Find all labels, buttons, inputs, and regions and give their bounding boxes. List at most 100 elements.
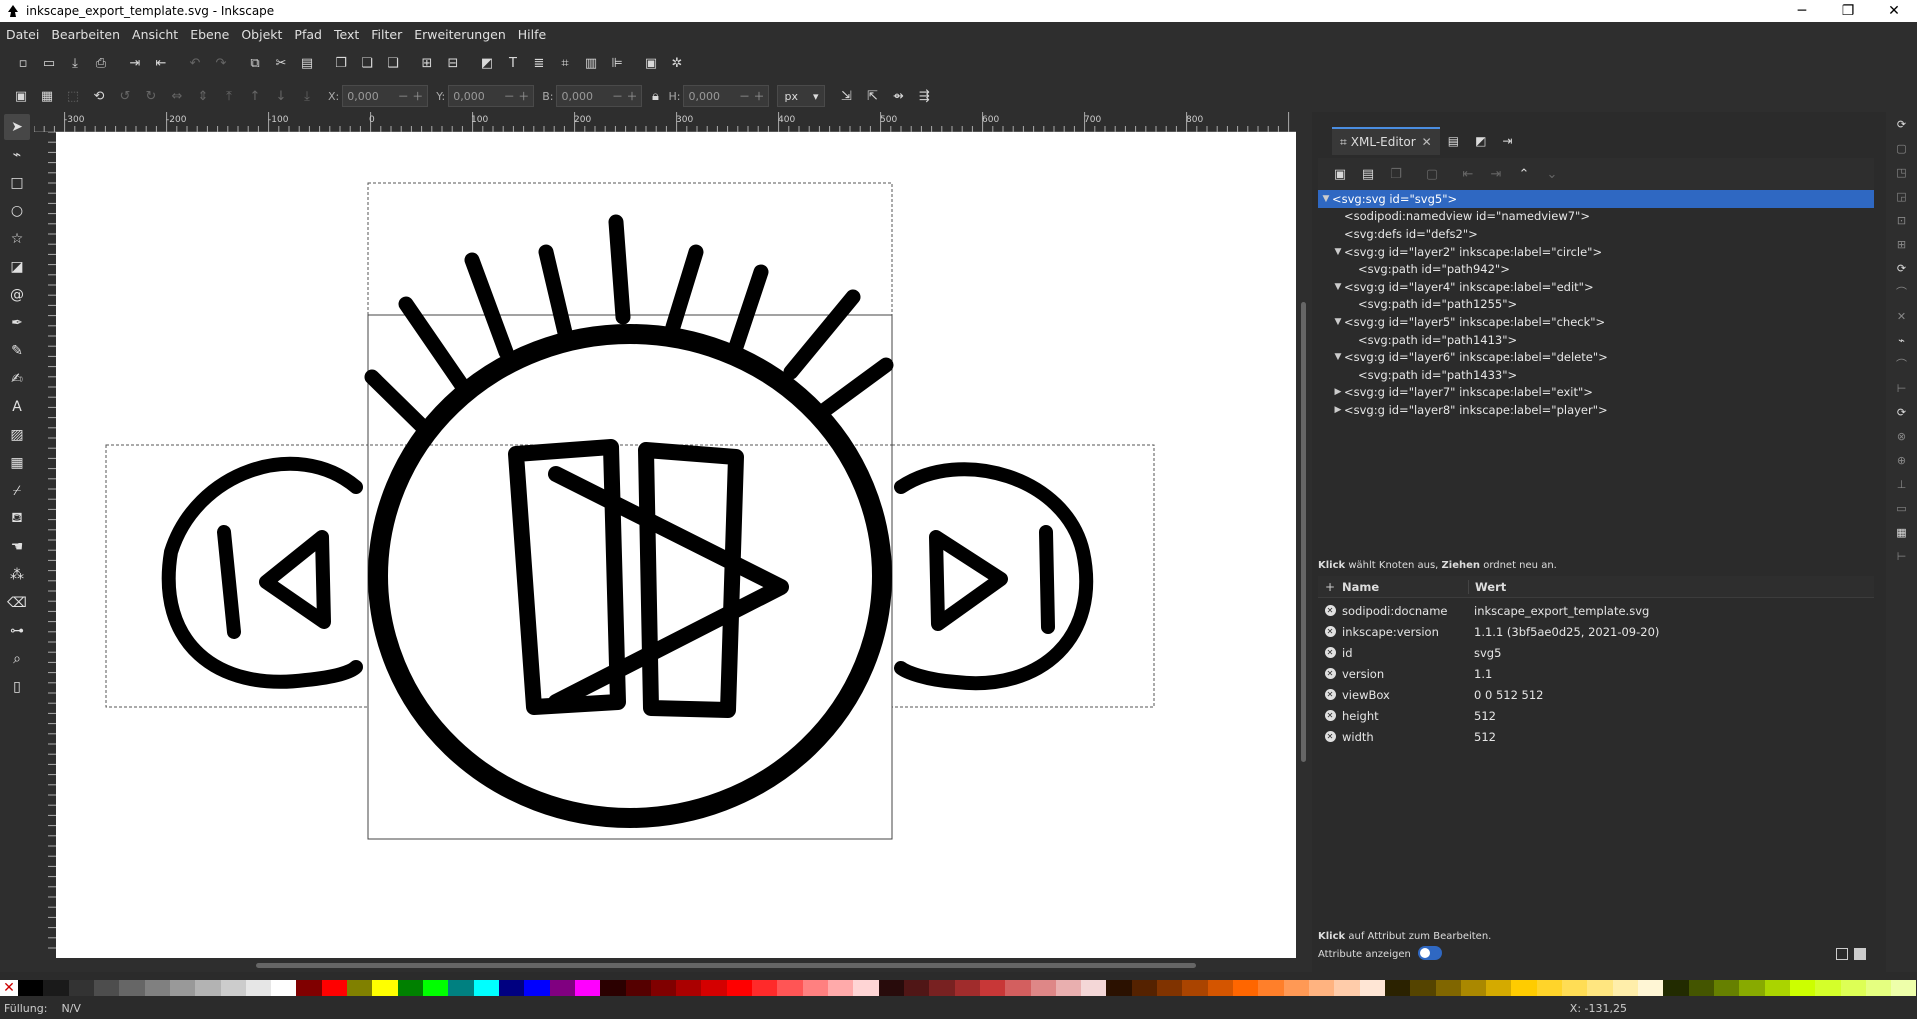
color-swatch[interactable] [1891, 980, 1917, 996]
color-swatch[interactable] [423, 980, 449, 996]
color-swatch[interactable] [954, 980, 980, 996]
color-swatch[interactable] [625, 980, 651, 996]
horizontal-scrollbar[interactable] [34, 958, 1312, 972]
delete-node-icon[interactable]: ▢ [1418, 161, 1446, 187]
attribute-row[interactable]: ✕ id svg5 [1318, 642, 1874, 663]
delete-attribute-icon[interactable]: ✕ [1318, 647, 1342, 658]
rectangle-tool-icon[interactable]: □ [4, 170, 30, 196]
attribute-row[interactable]: ✕ sodipodi:docname inkscape_export_templat… [1318, 600, 1874, 621]
color-swatch[interactable] [1688, 980, 1714, 996]
color-swatch[interactable] [979, 980, 1006, 996]
maximize-button[interactable]: ❐ [1825, 0, 1871, 22]
pencil-tool-icon[interactable]: ✎ [4, 338, 30, 364]
snap-bbox-icon[interactable]: ▢ [1891, 136, 1913, 160]
snap-bbox-midpoint-icon[interactable]: ⊡ [1891, 208, 1913, 232]
delete-attribute-icon[interactable]: ✕ [1318, 731, 1342, 742]
color-swatch[interactable] [650, 980, 677, 996]
snap-guide-icon[interactable]: ⊢ [1891, 544, 1913, 568]
snap-path-icon[interactable]: ⌒ [1891, 280, 1913, 304]
star-tool-icon[interactable]: ☆ [4, 226, 30, 252]
attribute-row[interactable]: ✕ height 512 [1318, 705, 1874, 726]
color-swatch[interactable] [777, 980, 803, 996]
menu-extensions[interactable]: Erweiterungen [414, 27, 506, 42]
redo-icon[interactable]: ↷ [208, 50, 234, 76]
tab-export-icon[interactable]: ⇥ [1494, 127, 1520, 155]
color-swatch[interactable] [43, 980, 69, 996]
tree-node[interactable]: <svg:path id="path942"> [1318, 260, 1874, 278]
color-swatch[interactable] [929, 980, 955, 996]
attribute-row[interactable]: ✕ width 512 [1318, 726, 1874, 747]
menu-view[interactable]: Ansicht [132, 27, 178, 42]
attribute-row[interactable]: ✕ viewBox 0 0 512 512 [1318, 684, 1874, 705]
color-swatch[interactable] [1739, 980, 1765, 996]
tree-node[interactable]: ▼ <svg:g id="layer4" inkscape:label="edit… [1318, 278, 1874, 296]
snap-smooth-icon[interactable]: ⌒ [1891, 352, 1913, 376]
height-input[interactable]: 0,000 － ＋ [683, 85, 770, 107]
snap-intersection-icon[interactable]: ✕ [1891, 304, 1913, 328]
color-swatch[interactable] [726, 980, 753, 996]
color-swatch[interactable] [1005, 980, 1031, 996]
color-swatch[interactable] [93, 980, 120, 996]
color-swatch[interactable] [169, 980, 196, 996]
tree-node[interactable]: ▶ <svg:g id="layer7" inkscape:label="exit… [1318, 384, 1874, 402]
select-all-icon[interactable]: ▣ [8, 83, 34, 109]
color-swatch[interactable] [1055, 980, 1082, 996]
tree-node[interactable]: ▼ <svg:g id="layer6" inkscape:label="dele… [1318, 348, 1874, 366]
color-swatch[interactable] [473, 980, 499, 996]
scale-stroke-icon[interactable]: ⇲ [833, 83, 859, 109]
color-swatch[interactable] [1460, 980, 1487, 996]
node-tool-icon[interactable]: ⌁ [4, 142, 30, 168]
new-document-icon[interactable]: ▫ [10, 50, 36, 76]
group-icon[interactable]: ⊞ [414, 50, 440, 76]
color-swatch[interactable] [1536, 980, 1563, 996]
color-swatch[interactable] [119, 980, 145, 996]
lock-icon[interactable]: 🔒︎ [642, 83, 668, 109]
color-swatch[interactable] [1182, 980, 1208, 996]
flip-vertical-icon[interactable]: ⇕ [190, 83, 216, 109]
copy-icon[interactable]: ⧉ [242, 50, 268, 76]
horizontal-scroll-thumb[interactable] [256, 963, 1196, 968]
text-font-icon[interactable]: T [500, 50, 526, 76]
undo-icon[interactable]: ↶ [182, 50, 208, 76]
color-swatch[interactable] [372, 980, 398, 996]
menu-path[interactable]: Pfad [294, 27, 322, 42]
spiral-tool-icon[interactable]: @ [4, 282, 30, 308]
color-swatch[interactable] [321, 980, 348, 996]
snap-nodes-icon[interactable]: ⟳ [1891, 256, 1913, 280]
color-swatch[interactable] [1081, 980, 1107, 996]
deselect-icon[interactable]: ⬚ [60, 83, 86, 109]
color-swatch[interactable] [676, 980, 702, 996]
color-swatch[interactable] [1030, 980, 1056, 996]
color-swatch[interactable] [144, 980, 170, 996]
menu-layer[interactable]: Ebene [190, 27, 229, 42]
color-swatch[interactable] [1334, 980, 1360, 996]
color-swatch[interactable] [1258, 980, 1284, 996]
color-swatch[interactable] [68, 980, 94, 996]
paint-bucket-tool-icon[interactable]: ⛾ [4, 506, 30, 532]
snap-rotation-center-icon[interactable]: ⊕ [1891, 448, 1913, 472]
print-icon[interactable]: ⎙ [88, 50, 114, 76]
clone-icon[interactable]: ❏ [354, 50, 380, 76]
color-swatch[interactable] [1511, 980, 1537, 996]
raise-node-icon[interactable]: ⌃ [1510, 161, 1538, 187]
snap-baseline-icon[interactable]: ⊥ [1891, 472, 1913, 496]
color-swatch[interactable] [574, 980, 601, 996]
snap-others-icon[interactable]: ⟳ [1891, 400, 1913, 424]
attribute-row[interactable]: ✕ version 1.1 [1318, 663, 1874, 684]
zoom-tool-icon[interactable]: ⌕ [4, 646, 30, 672]
color-swatch[interactable] [1663, 980, 1689, 996]
tab-fill-stroke-icon[interactable]: ◩ [1467, 127, 1494, 155]
open-icon[interactable]: ▭ [36, 50, 62, 76]
delete-attribute-icon[interactable]: ✕ [1318, 668, 1342, 679]
ellipse-tool-icon[interactable]: ○ [4, 198, 30, 224]
move-gradients-icon[interactable]: ⇴ [885, 83, 911, 109]
bezier-tool-icon[interactable]: ✒ [4, 310, 30, 336]
color-swatch[interactable] [1308, 980, 1335, 996]
color-swatch[interactable] [245, 980, 272, 996]
raise-icon[interactable]: ↑ [242, 83, 268, 109]
calligraphy-tool-icon[interactable]: ✍ [4, 366, 30, 392]
tree-node[interactable]: ▼ <svg:g id="layer5" inkscape:label="chec… [1318, 313, 1874, 331]
color-swatch[interactable] [347, 980, 373, 996]
flip-horizontal-icon[interactable]: ⇔ [164, 83, 190, 109]
tree-node[interactable]: <svg:path id="path1255"> [1318, 296, 1874, 314]
